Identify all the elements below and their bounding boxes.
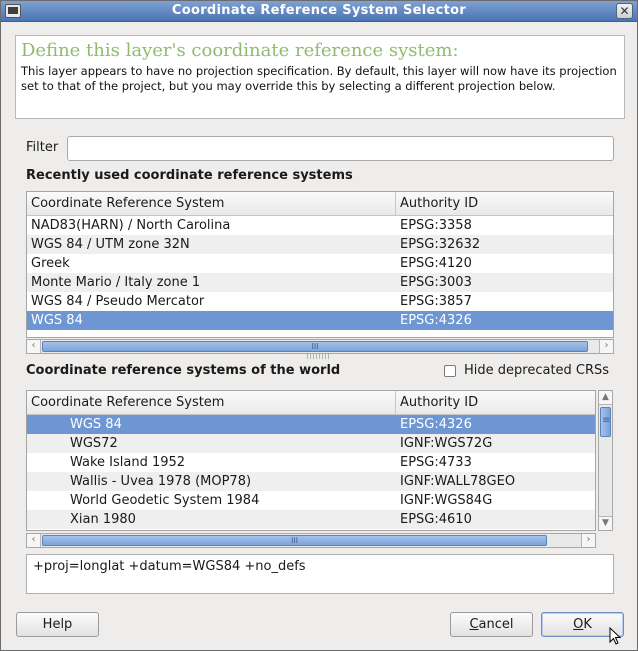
authority-id-cell: EPSG:3857: [400, 294, 472, 309]
scrollbar-thumb[interactable]: III: [42, 535, 547, 546]
column-header-crs[interactable]: Coordinate Reference System: [27, 391, 395, 415]
crs-name-cell: WGS 84 / UTM zone 32N: [31, 237, 190, 252]
authority-id-cell: EPSG:4326: [400, 313, 472, 328]
recent-crs-hscrollbar[interactable]: ‹ III ›: [26, 339, 614, 354]
authority-id-cell: IGNF:WALL78GEO: [400, 474, 516, 489]
arrow-left-icon[interactable]: ‹: [27, 534, 41, 547]
authority-id-cell: IGNF:WGS72G: [400, 436, 493, 451]
scrollbar-grip: III: [311, 342, 319, 351]
world-crs-title: Coordinate reference systems of the worl…: [26, 363, 341, 378]
mouse-pointer-icon: [609, 627, 621, 645]
crs-name-cell: WGS 84: [70, 417, 122, 432]
crs-name-cell: World Geodetic System 1984: [70, 493, 260, 508]
window-title: Coordinate Reference System Selector: [171, 3, 467, 18]
world-crs-hscrollbar[interactable]: ‹ III ›: [26, 533, 596, 548]
world-crs-header: Coordinate Reference System Authority ID: [27, 391, 595, 415]
table-row[interactable]: World Geodetic System 1984 IGNF:WGS84G: [27, 491, 595, 510]
column-header-crs[interactable]: Coordinate Reference System: [27, 192, 395, 216]
arrow-left-icon[interactable]: ‹: [27, 340, 41, 353]
crs-name-cell: WGS 84: [31, 313, 83, 328]
scrollbar-thumb[interactable]: ≡: [600, 407, 611, 437]
recent-crs-title: Recently used coordinate reference syste…: [26, 168, 353, 183]
cancel-label: ancel: [478, 617, 514, 632]
scrollbar-grip: ≡: [602, 415, 611, 426]
filter-input[interactable]: [67, 136, 614, 161]
close-icon[interactable]: ✕: [616, 3, 633, 19]
table-row[interactable]: WGS 84 EPSG:4326: [27, 415, 595, 434]
column-header-authority-id[interactable]: Authority ID: [395, 192, 613, 216]
crs-name-cell: Wake Island 1952: [70, 455, 186, 470]
table-row[interactable]: WGS72 IGNF:WGS72G: [27, 434, 595, 453]
cancel-accelerator: C: [469, 617, 479, 632]
hide-deprecated-checkbox[interactable]: [444, 365, 456, 377]
ok-label: K: [583, 617, 592, 632]
info-description: This layer appears to have no projection…: [21, 64, 617, 93]
world-crs-vscrollbar[interactable]: ▲ ≡ ▼: [598, 390, 613, 531]
table-row[interactable]: Xian 1980 EPSG:4610: [27, 510, 595, 529]
filter-label: Filter: [26, 140, 59, 155]
authority-id-cell: EPSG:32632: [400, 237, 481, 252]
recent-crs-table[interactable]: Coordinate Reference System Authority ID…: [26, 191, 614, 338]
table-row[interactable]: WGS 84 / Pseudo Mercator EPSG:3857: [27, 292, 613, 311]
column-header-authority-id[interactable]: Authority ID: [395, 391, 595, 415]
table-row[interactable]: WGS 84 / UTM zone 32N EPSG:32632: [27, 235, 613, 254]
cancel-button[interactable]: Cancel: [450, 612, 533, 637]
authority-id-cell: EPSG:4733: [400, 455, 472, 470]
table-row[interactable]: Wallis - Uvea 1978 (MOP78) IGNF:WALL78GEO: [27, 472, 595, 491]
crs-selector-dialog: Coordinate Reference System Selector ✕ D…: [0, 0, 638, 651]
scrollbar-grip: III: [290, 536, 299, 545]
ok-accelerator: O: [573, 617, 584, 632]
title-bar[interactable]: Coordinate Reference System Selector ✕: [1, 1, 637, 22]
authority-id-cell: EPSG:4610: [400, 512, 472, 527]
authority-id-cell: EPSG:4326: [400, 417, 472, 432]
authority-id-cell: EPSG:3003: [400, 275, 472, 290]
crs-name-cell: NAD83(HARN) / North Carolina: [31, 218, 231, 233]
scrollbar-thumb[interactable]: III: [42, 341, 588, 352]
recent-crs-header: Coordinate Reference System Authority ID: [27, 192, 613, 216]
proj-definition-box[interactable]: +proj=longlat +datum=WGS84 +no_defs: [26, 554, 614, 594]
authority-id-cell: EPSG:3358: [400, 218, 472, 233]
table-row[interactable]: WGS 84 EPSG:4326: [27, 311, 613, 330]
arrow-down-icon[interactable]: ▼: [599, 516, 612, 530]
info-panel: Define this layer's coordinate reference…: [15, 35, 625, 119]
crs-name-cell: Xian 1980: [70, 512, 136, 527]
crs-name-cell: Greek: [31, 256, 70, 271]
arrow-right-icon[interactable]: ›: [599, 340, 613, 353]
authority-id-cell: EPSG:4120: [400, 256, 472, 271]
table-row[interactable]: Wake Island 1952 EPSG:4733: [27, 453, 595, 472]
authority-id-cell: IGNF:WGS84G: [400, 493, 493, 508]
help-button[interactable]: Help: [16, 612, 99, 637]
table-row[interactable]: NAD83(HARN) / North Carolina EPSG:3358: [27, 216, 613, 235]
crs-name-cell: WGS72: [70, 436, 118, 451]
table-row[interactable]: Greek EPSG:4120: [27, 254, 613, 273]
table-row[interactable]: Monte Mario / Italy zone 1 EPSG:3003: [27, 273, 613, 292]
splitter-handle[interactable]: [307, 353, 329, 359]
hide-deprecated-label[interactable]: Hide deprecated CRSs: [464, 363, 609, 378]
crs-name-cell: Monte Mario / Italy zone 1: [31, 275, 201, 290]
world-crs-table[interactable]: Coordinate Reference System Authority ID…: [26, 390, 596, 531]
arrow-right-icon[interactable]: ›: [581, 534, 595, 547]
crs-name-cell: Wallis - Uvea 1978 (MOP78): [70, 474, 252, 489]
info-heading: Define this layer's coordinate reference…: [21, 40, 459, 61]
arrow-up-icon[interactable]: ▲: [599, 391, 612, 405]
crs-name-cell: WGS 84 / Pseudo Mercator: [31, 294, 205, 309]
